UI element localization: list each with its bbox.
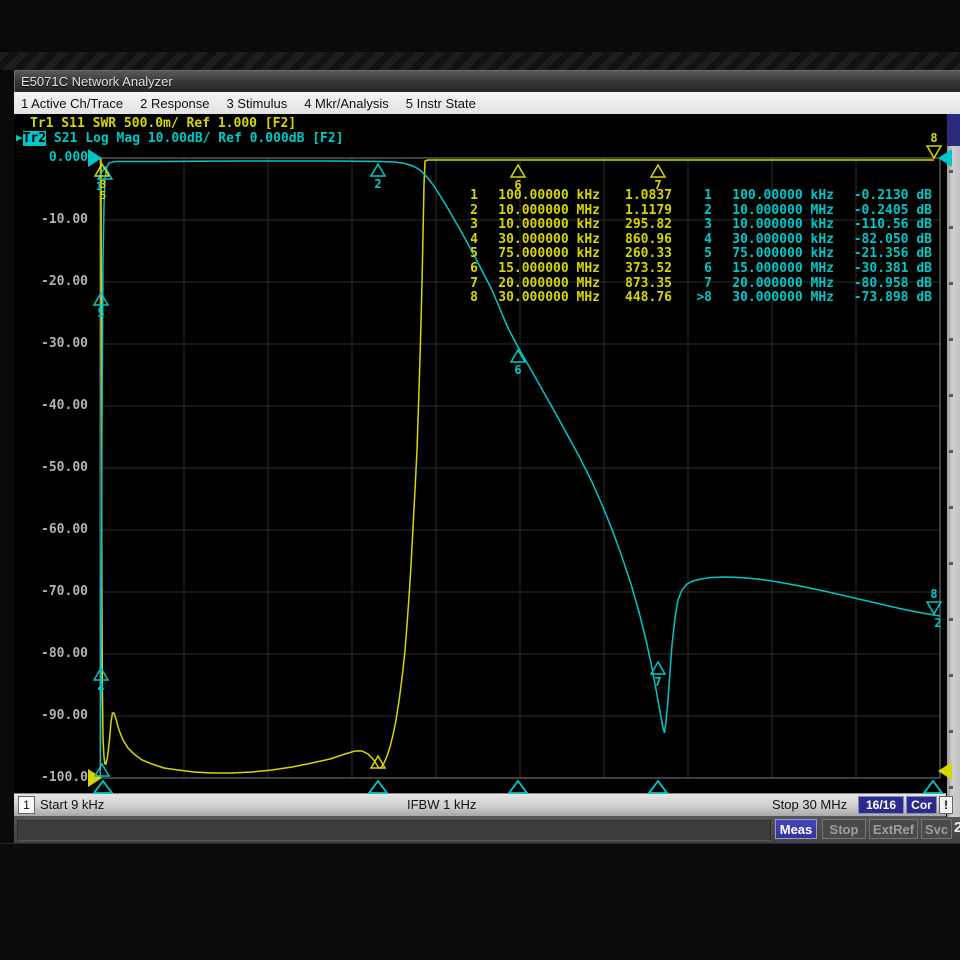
marker-row-7: 720.000000 MHz873.35 (456, 277, 672, 292)
y-axis-label--60.00: -60.00 (0, 523, 88, 537)
marker-row-6: 615.000000 MHz373.52 (456, 262, 672, 277)
menu-item-3[interactable]: 3 Stimulus (227, 96, 288, 111)
marker-row-2: 210.000000 MHz-0.2405 dB (690, 204, 932, 219)
window-titlebar[interactable]: E5071C Network Analyzer (14, 70, 960, 93)
desktop-below-window (0, 843, 960, 960)
menu-item-5[interactable]: 5 Instr State (406, 96, 476, 111)
y-axis-label--20.00: -20.00 (0, 275, 88, 289)
marker-row-1: 1100.00000 kHz1.0837 (456, 189, 672, 204)
marker-row-3: 310.000000 kHz295.82 (456, 218, 672, 233)
y-axis-label--50.00: -50.00 (0, 461, 88, 475)
menu-bar: 1 Active Ch/Trace 2 Response 3 Stimulus 4 M… (14, 92, 960, 114)
window-title: E5071C Network Analyzer (21, 74, 173, 89)
desktop-background-band (0, 52, 960, 70)
taskbar-button-extref[interactable]: ExtRef (869, 819, 918, 839)
trace2-name: Tr2 (23, 131, 46, 146)
taskbar-tray (17, 820, 771, 841)
taskbar-button-meas[interactable]: Meas (775, 819, 817, 839)
taskbar-button-svc[interactable]: Svc (921, 819, 952, 839)
softkey-strip-header (947, 114, 960, 146)
softkey-strip-ticks (949, 170, 953, 810)
trace2-params: S21 Log Mag 10.00dB/ Ref 0.000dB [F2] (46, 131, 343, 146)
marker-row-7: 720.000000 MHz-80.958 dB (690, 277, 932, 292)
start-frequency-label[interactable]: Start 9 kHz (40, 797, 104, 812)
y-axis-label--40.00: -40.00 (0, 399, 88, 413)
menu-item-1[interactable]: 1 Active Ch/Trace (21, 96, 123, 111)
channel-number-box[interactable]: 1 (18, 796, 35, 814)
ifbw-label[interactable]: IFBW 1 kHz (407, 797, 476, 812)
marker-row-1: 1100.00000 kHz-0.2130 dB (690, 189, 932, 204)
marker-row-8: >830.000000 MHz-73.898 dB (690, 291, 932, 306)
marker-row-8: 830.000000 MHz448.76 (456, 291, 672, 306)
marker-row-5: 575.000000 kHz-21.356 dB (690, 247, 932, 262)
y-axis-label--100.0: -100.0 (0, 771, 88, 785)
taskbar-button-stop[interactable]: Stop (822, 819, 866, 839)
alert-badge[interactable]: ! (939, 796, 953, 814)
active-trace-arrow-icon: ▶ (16, 131, 23, 144)
menu-item-2[interactable]: 2 Response (140, 96, 209, 111)
y-axis-label--70.00: -70.00 (0, 585, 88, 599)
marker-row-4: 430.000000 kHz-82.050 dB (690, 233, 932, 248)
marker-table-trace1: 1100.00000 kHz1.0837210.000000 MHz1.1179… (456, 189, 672, 306)
marker-row-4: 430.000000 kHz860.96 (456, 233, 672, 248)
menu-item-4[interactable]: 4 Mkr/Analysis (304, 96, 389, 111)
y-axis-label--80.00: -80.00 (0, 647, 88, 661)
trace1-status-line[interactable]: Tr1 S11 SWR 500.0m/ Ref 1.000 [F2] (30, 116, 296, 131)
status-bar: 1 Start 9 kHz IFBW 1 kHz Stop 30 MHz 16/… (14, 793, 946, 817)
instrument-taskbar: 2 MeasStopExtRefSvc (14, 817, 960, 843)
y-axis-label-0.000: 0.000 (0, 151, 88, 165)
marker-table-trace2: 1100.00000 kHz-0.2130 dB210.000000 MHz-0… (690, 189, 932, 306)
marker-row-3: 310.000000 kHz-110.56 dB (690, 218, 932, 233)
marker-row-6: 615.000000 MHz-30.381 dB (690, 262, 932, 277)
trace1-name: Tr1 (30, 116, 53, 131)
sweep-progress-badge: 16/16 (858, 796, 904, 814)
marker-row-2: 210.000000 MHz1.1179 (456, 204, 672, 219)
marker-row-5: 575.000000 kHz260.33 (456, 247, 672, 262)
trace1-params: S11 SWR 500.0m/ Ref 1.000 [F2] (53, 116, 296, 131)
y-axis-label--90.00: -90.00 (0, 709, 88, 723)
trace2-status-line[interactable]: ▶Tr2 S21 Log Mag 10.00dB/ Ref 0.000dB [F… (16, 131, 344, 146)
taskbar-edge-label[interactable]: 2 (954, 819, 960, 836)
stop-frequency-label[interactable]: Stop 30 MHz (772, 797, 847, 812)
correction-badge: Cor (906, 796, 937, 814)
y-axis-label--30.00: -30.00 (0, 337, 88, 351)
y-axis-label--10.00: -10.00 (0, 213, 88, 227)
